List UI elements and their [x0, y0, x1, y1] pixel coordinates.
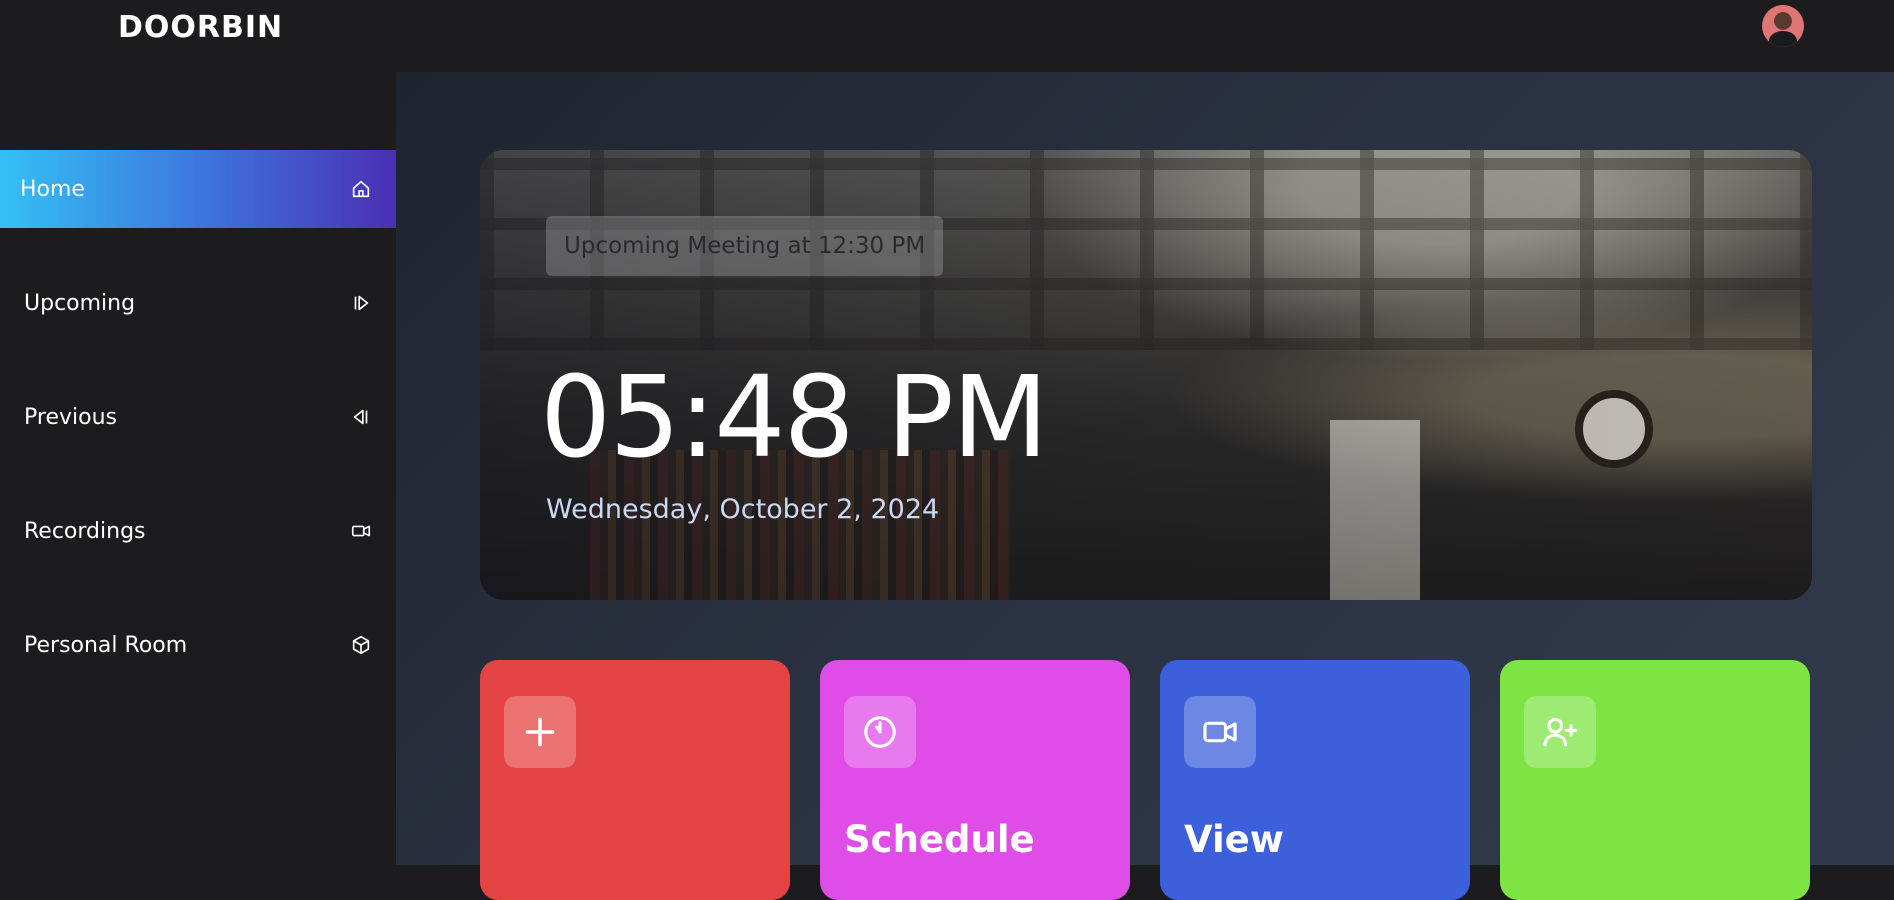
app-logo[interactable]: DOORBIN: [118, 10, 283, 45]
back-step-icon: [350, 406, 372, 428]
view-recordings-card[interactable]: View: [1160, 660, 1470, 900]
user-avatar[interactable]: [1762, 5, 1804, 47]
sidebar-item-recordings[interactable]: Recordings: [0, 492, 396, 570]
upcoming-meeting-badge: Upcoming Meeting at 12:30 PM: [546, 216, 944, 276]
top-bar: DOORBIN: [0, 0, 1894, 72]
current-date: Wednesday, October 2, 2024: [546, 494, 940, 525]
sidebar-item-label: Home: [20, 176, 85, 202]
new-meeting-card[interactable]: [480, 660, 790, 900]
sidebar-item-label: Upcoming: [24, 290, 136, 316]
home-icon: [350, 178, 372, 200]
card-title: Schedule: [844, 818, 1035, 861]
hero-banner: Upcoming Meeting at 12:30 PM 05:48 PM We…: [480, 150, 1812, 600]
card-title: View: [1184, 818, 1284, 861]
sidebar-item-label: Recordings: [24, 518, 146, 544]
sidebar-item-label: Personal Room: [24, 632, 188, 658]
sidebar-item-label: Previous: [24, 404, 117, 430]
cube-icon: [350, 634, 372, 656]
current-time: 05:48 PM: [540, 353, 1049, 483]
video-icon: [1184, 696, 1256, 768]
sidebar-item-home[interactable]: Home: [0, 150, 396, 228]
sidebar: Home Upcoming Previous Recordings Person…: [0, 72, 396, 865]
video-icon: [350, 520, 372, 542]
sidebar-item-personal-room[interactable]: Personal Room: [0, 606, 396, 684]
action-cards: Schedule View: [480, 660, 1812, 900]
sidebar-item-upcoming[interactable]: Upcoming: [0, 264, 396, 342]
main-content: Upcoming Meeting at 12:30 PM 05:48 PM We…: [396, 72, 1894, 900]
clock-icon: [844, 696, 916, 768]
schedule-meeting-card[interactable]: Schedule: [820, 660, 1130, 900]
add-user-icon: [1524, 696, 1596, 768]
join-meeting-card[interactable]: [1500, 660, 1810, 900]
forward-step-icon: [350, 292, 372, 314]
sidebar-item-previous[interactable]: Previous: [0, 378, 396, 456]
plus-icon: [504, 696, 576, 768]
